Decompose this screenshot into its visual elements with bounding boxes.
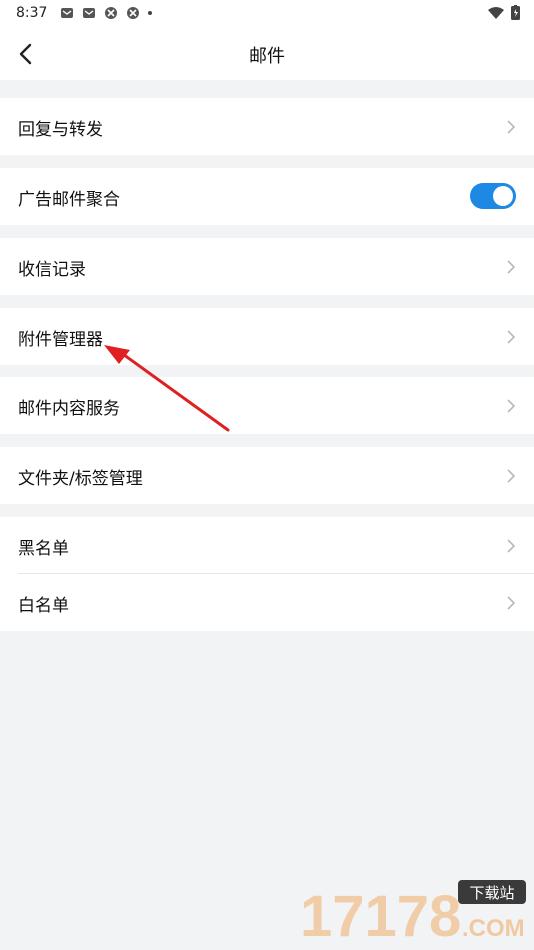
ad-mail-aggregate-toggle[interactable]: [470, 183, 516, 209]
mail-notification-icon: [83, 8, 95, 18]
ad-mail-aggregate-row: 广告邮件聚合: [0, 168, 534, 225]
chevron-right-icon: [507, 596, 516, 610]
row-label: 附件管理器: [18, 330, 103, 350]
settings-group: 邮件内容服务: [0, 377, 534, 434]
watermark-number: 17178: [300, 884, 461, 946]
chevron-right-icon: [507, 120, 516, 134]
mail-notification-icon: [61, 8, 73, 18]
status-time: 8:37: [16, 5, 48, 21]
row-label: 文件夹/标签管理: [18, 469, 143, 489]
app-bar: 邮件: [0, 28, 534, 80]
settings-group: 附件管理器: [0, 308, 534, 365]
watermark-suffix: .COM: [462, 915, 525, 942]
row-label: 邮件内容服务: [18, 399, 120, 419]
app-notification-icon: [127, 7, 139, 19]
attachment-manager-row[interactable]: 附件管理器: [0, 308, 534, 365]
receive-record-row[interactable]: 收信记录: [0, 238, 534, 295]
whitelist-row[interactable]: 白名单: [0, 574, 534, 631]
row-label: 黑名单: [18, 539, 69, 559]
settings-group: 收信记录: [0, 238, 534, 295]
notification-icons: [60, 6, 152, 20]
row-label: 广告邮件聚合: [18, 190, 120, 210]
page-title: 邮件: [249, 46, 285, 67]
settings-group: 广告邮件聚合: [0, 168, 534, 225]
blacklist-row[interactable]: 黑名单: [0, 517, 534, 574]
settings-group: 回复与转发: [0, 98, 534, 155]
row-label: 白名单: [18, 596, 69, 616]
mail-content-service-row[interactable]: 邮件内容服务: [0, 377, 534, 434]
battery-icon: [511, 5, 520, 20]
watermark-logo: 17178 下载站 .COM: [300, 880, 526, 946]
row-label: 收信记录: [18, 260, 86, 280]
row-label: 回复与转发: [18, 120, 103, 140]
toggle-knob: [493, 186, 513, 206]
chevron-right-icon: [507, 330, 516, 344]
wifi-icon: [488, 6, 504, 19]
chevron-right-icon: [507, 260, 516, 274]
settings-group: 黑名单 白名单: [0, 517, 534, 631]
more-notifications-dot: [148, 11, 152, 15]
status-bar: 8:37: [0, 0, 534, 28]
folder-tag-manage-row[interactable]: 文件夹/标签管理: [0, 447, 534, 504]
chevron-right-icon: [507, 399, 516, 413]
reply-forward-row[interactable]: 回复与转发: [0, 98, 534, 155]
chevron-right-icon: [507, 469, 516, 483]
settings-group: 文件夹/标签管理: [0, 447, 534, 504]
system-icons: [487, 5, 520, 20]
chevron-right-icon: [507, 539, 516, 553]
app-notification-icon: [105, 7, 117, 19]
watermark-badge: 下载站: [469, 884, 514, 902]
